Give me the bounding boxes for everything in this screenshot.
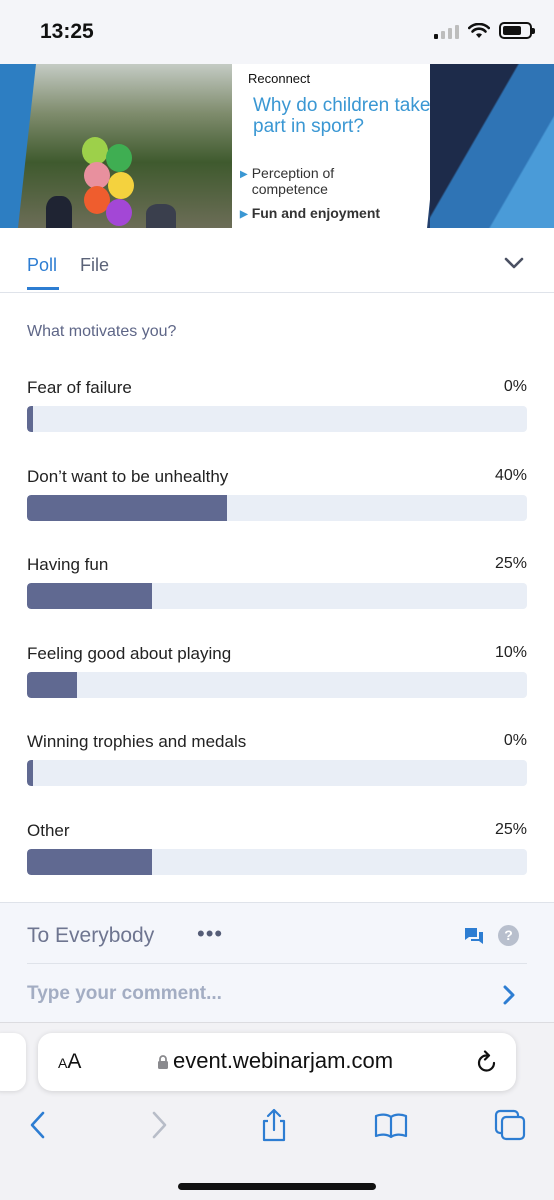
home-indicator [178, 1183, 376, 1190]
share-icon[interactable] [257, 1108, 291, 1142]
poll-question: What motivates you? [27, 323, 177, 340]
slide-card [232, 64, 444, 228]
cellular-signal-icon [434, 23, 459, 39]
poll-option-percent: 0% [503, 378, 527, 395]
poll-option-label: Don’t want to be unhealthy [27, 467, 229, 486]
poll-option-label: Fear of failure [27, 378, 132, 397]
poll-result-bar [27, 760, 527, 786]
back-icon[interactable] [22, 1108, 56, 1142]
tab-bar: Poll File [0, 228, 554, 293]
poll-result-fill [27, 849, 152, 875]
reload-icon[interactable] [476, 1050, 498, 1074]
battery-icon [499, 22, 535, 39]
poll-option[interactable]: Don’t want to be unhealthy 40% [27, 467, 527, 547]
text-size-button[interactable]: AA [58, 1050, 81, 1074]
wifi-icon [468, 22, 490, 38]
poll-result-bar [27, 583, 527, 609]
poll-option-label: Winning trophies and medals [27, 732, 247, 751]
chat-bar: To Everybody ••• ? [0, 902, 554, 1022]
slide-bullet: ▶ Perception of competence [240, 165, 335, 197]
poll-result-fill [27, 760, 33, 786]
poll-option[interactable]: Fear of failure 0% [27, 378, 527, 458]
status-time: 13:25 [40, 20, 94, 43]
poll-result-bar [27, 672, 527, 698]
bookmarks-icon[interactable] [374, 1108, 408, 1142]
slide-title: Why do children take part in sport? [253, 95, 431, 137]
chevron-down-icon[interactable] [504, 256, 524, 270]
slide-heading: Reconnect [248, 71, 311, 86]
poll-result-fill [27, 495, 227, 521]
poll-option-percent: 0% [503, 732, 527, 749]
previous-tab-peek[interactable] [0, 1033, 26, 1091]
tab-poll[interactable]: Poll [27, 255, 57, 276]
poll-option-percent: 25% [494, 555, 527, 572]
browser-toolbar [0, 1108, 554, 1158]
poll-result-fill [27, 672, 77, 698]
slide-bullet: ▶ Fun and enjoyment [240, 205, 381, 221]
poll-option-label: Other [27, 821, 70, 840]
browser-chrome: AA event.webinarjam.com [0, 1022, 554, 1200]
slide-accent-right [430, 64, 554, 228]
poll-option[interactable]: Having fun 25% [27, 555, 527, 635]
chat-recipient-select[interactable]: To Everybody [27, 924, 154, 948]
poll-option-percent: 40% [494, 467, 527, 484]
help-icon[interactable]: ? [498, 925, 519, 946]
poll-option-label: Having fun [27, 555, 109, 574]
slide-photo [18, 64, 240, 228]
status-icons [434, 22, 535, 39]
active-tab-indicator [27, 287, 59, 290]
more-options-button[interactable]: ••• [197, 921, 223, 947]
poll-option-label: Feeling good about playing [27, 644, 232, 663]
poll-result-bar [27, 406, 527, 432]
address-bar[interactable]: AA event.webinarjam.com [38, 1033, 516, 1091]
chat-bubbles-icon[interactable] [464, 927, 484, 945]
url-text[interactable]: event.webinarjam.com [173, 1048, 393, 1074]
poll-result-fill [27, 406, 33, 432]
send-chevron-icon[interactable] [502, 984, 516, 1006]
forward-icon[interactable] [141, 1108, 175, 1142]
chat-divider [27, 963, 527, 964]
poll-option-percent: 25% [494, 821, 527, 838]
poll-option[interactable]: Feeling good about playing 10% [27, 644, 527, 724]
bullet-triangle-icon: ▶ [240, 169, 248, 180]
tab-file[interactable]: File [80, 255, 109, 276]
poll-result-bar [27, 849, 527, 875]
bullet-triangle-icon: ▶ [240, 209, 248, 220]
webinar-video-frame[interactable]: Reconnect Why do children take part in s… [0, 64, 554, 228]
comment-input[interactable] [27, 979, 487, 1009]
poll-option-percent: 10% [494, 644, 527, 661]
poll-result-bar [27, 495, 527, 521]
poll-panel: Poll File What motivates you? Fear of fa… [0, 228, 554, 902]
status-bar: 13:25 [0, 0, 554, 64]
poll-result-fill [27, 583, 152, 609]
tabs-icon[interactable] [493, 1108, 527, 1142]
poll-option[interactable]: Other 25% [27, 821, 527, 901]
poll-option[interactable]: Winning trophies and medals 0% [27, 732, 527, 812]
lock-icon [158, 1055, 168, 1069]
